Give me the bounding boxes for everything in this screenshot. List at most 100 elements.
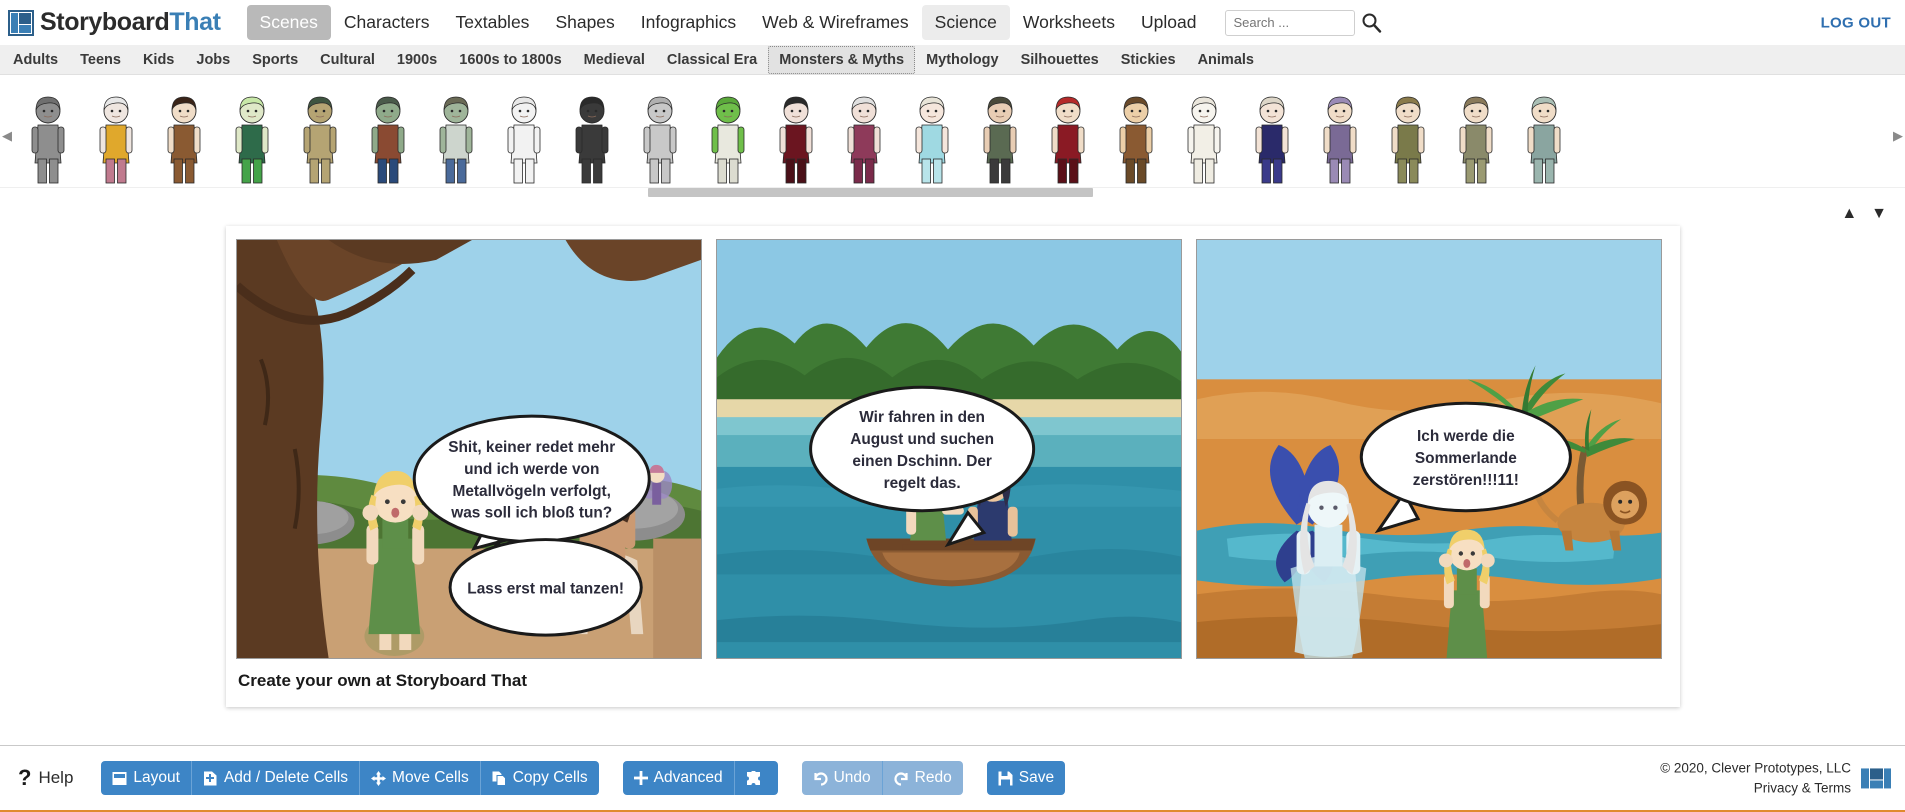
redo-button[interactable]: Redo (882, 761, 963, 795)
help-label: Help (38, 768, 74, 787)
triangle-up-icon[interactable]: ▲ (1841, 205, 1857, 223)
nav-tab-characters[interactable]: Characters (331, 5, 443, 40)
nav-tab-infographics[interactable]: Infographics (628, 5, 749, 40)
button-label: Layout (133, 769, 180, 786)
button-label: Advanced (653, 769, 723, 786)
category-classical-era[interactable]: Classical Era (656, 46, 768, 74)
primary-nav: Scenes Characters Textables Shapes Infog… (246, 5, 1210, 40)
storyboard-cell-1[interactable]: Shit, keiner redet mehr und ich werde vo… (236, 239, 702, 659)
category-kids[interactable]: Kids (132, 46, 185, 74)
character-thumb-hunter[interactable] (1102, 81, 1170, 187)
scrollbar-thumb[interactable] (648, 188, 1093, 197)
logo-text-primary: Storyboard (40, 8, 170, 36)
strip-scroll-left-arrow[interactable]: ◀ (2, 128, 12, 144)
cells-button-group: Layout Add / Delete Cells Move Cells Cop… (101, 761, 599, 795)
top-navigation-bar: StoryboardThat Scenes Characters Textabl… (0, 0, 1905, 45)
copy-cells-button[interactable]: Copy Cells (480, 761, 599, 795)
category-teens[interactable]: Teens (69, 46, 132, 74)
puzzle-button[interactable] (734, 761, 778, 795)
character-thumb-vampire[interactable] (762, 81, 830, 187)
triangle-down-icon[interactable]: ▼ (1871, 205, 1887, 223)
bubble-line: und ich werde von (464, 461, 599, 478)
bottom-toolbar: ? Help Layout Add / Delete Cells Move Ce… (0, 745, 1905, 812)
nav-tab-web-wireframes[interactable]: Web & Wireframes (749, 5, 922, 40)
character-thumb-robot[interactable] (626, 81, 694, 187)
category-animals[interactable]: Animals (1187, 46, 1265, 74)
character-thumb-dryad[interactable] (286, 81, 354, 187)
nav-tab-scenes[interactable]: Scenes (246, 5, 331, 40)
move-cells-button[interactable]: Move Cells (360, 761, 481, 795)
character-thumb-woodsman[interactable] (966, 81, 1034, 187)
board-caption: Create your own at Storyboard That (238, 671, 528, 690)
category-1900s[interactable]: 1900s (386, 46, 448, 74)
character-thumb-fairy-teal[interactable] (1510, 81, 1578, 187)
puzzle-icon (746, 770, 761, 786)
character-thumb-zombie-boy[interactable] (422, 81, 490, 187)
plus-icon (633, 771, 648, 785)
save-button[interactable]: Save (986, 761, 1066, 795)
nav-tab-worksheets[interactable]: Worksheets (1010, 5, 1128, 40)
category-sports[interactable]: Sports (241, 46, 309, 74)
nav-tab-textables[interactable]: Textables (443, 5, 543, 40)
character-thumb-ice-princess[interactable] (898, 81, 966, 187)
move-arrows-icon (371, 770, 387, 786)
category-stickies[interactable]: Stickies (1110, 46, 1187, 74)
privacy-terms-link[interactable]: Privacy & Terms (1660, 778, 1851, 798)
layout-icon (112, 771, 127, 786)
storyboard-cell-3[interactable]: Ich werde die Sommerlande zerstören!!!11… (1196, 239, 1662, 659)
search-button[interactable] (1355, 10, 1387, 36)
nav-tab-science[interactable]: Science (921, 5, 1010, 40)
advanced-button[interactable]: Advanced (622, 761, 735, 795)
category-mythology[interactable]: Mythology (915, 46, 1010, 74)
character-thumb-alien[interactable] (694, 81, 762, 187)
character-thumb-harpy[interactable] (82, 81, 150, 187)
search-input[interactable] (1225, 9, 1356, 36)
nav-tab-upload[interactable]: Upload (1128, 5, 1209, 40)
character-thumb-fairy-brown[interactable] (1442, 81, 1510, 187)
category-1600s-to-1800s[interactable]: 1600s to 1800s (448, 46, 572, 74)
category-jobs[interactable]: Jobs (185, 46, 241, 74)
help-button[interactable]: ? Help (18, 765, 73, 791)
character-thumb-red-riding-hood[interactable] (1034, 81, 1102, 187)
category-medieval[interactable]: Medieval (573, 46, 656, 74)
character-thumb-zombie-man[interactable] (354, 81, 422, 187)
nav-tab-label: Web & Wireframes (762, 12, 909, 32)
nav-tab-label: Science (934, 12, 997, 32)
character-thumb-fairy-green[interactable] (1374, 81, 1442, 187)
layout-button[interactable]: Layout (101, 761, 192, 795)
character-thumb-mermaid[interactable] (218, 81, 286, 187)
bubble-line: Ich werde die (1417, 428, 1515, 445)
character-thumb-skeleton[interactable] (490, 81, 558, 187)
undo-button[interactable]: Undo (801, 761, 883, 795)
character-thumb-fairy-blue[interactable] (1306, 81, 1374, 187)
character-thumb-cat-person[interactable] (14, 81, 82, 187)
strip-scroll-right-arrow[interactable]: ▶ (1893, 128, 1903, 144)
character-thumb-satyr[interactable] (150, 81, 218, 187)
footer-right: © 2020, Clever Prototypes, LLC Privacy &… (1660, 758, 1891, 797)
category-adults[interactable]: Adults (2, 46, 69, 74)
category-monsters-myths[interactable]: Monsters & Myths (768, 45, 916, 74)
storyboard-cell-2[interactable]: Wir fahren in den August und suchen eine… (716, 239, 1182, 659)
character-thumb-ghost[interactable] (1170, 81, 1238, 187)
search-icon (1362, 13, 1382, 33)
add-delete-icon (203, 771, 218, 786)
character-thumb-wizard[interactable] (830, 81, 898, 187)
app-logo[interactable]: StoryboardThat (8, 8, 221, 37)
character-palette: ◀ ▶ (0, 75, 1905, 197)
cell-reorder-arrows: ▲ ▼ (1841, 205, 1887, 223)
nav-tab-label: Scenes (259, 12, 318, 32)
character-thumbnail-strip[interactable] (0, 75, 1905, 187)
character-thumb-angel[interactable] (1238, 81, 1306, 187)
add-delete-cells-button[interactable]: Add / Delete Cells (191, 761, 361, 795)
logout-link[interactable]: LOG OUT (1821, 14, 1891, 31)
copyright-text: © 2020, Clever Prototypes, LLC (1660, 760, 1851, 776)
category-cultural[interactable]: Cultural (309, 46, 386, 74)
floppy-disk-icon (998, 771, 1013, 786)
bubble-line: Sommerlande (1415, 450, 1517, 467)
storyboard-cells: Shit, keiner redet mehr und ich werde vo… (226, 239, 1680, 659)
nav-tab-shapes[interactable]: Shapes (542, 5, 627, 40)
category-silhouettes[interactable]: Silhouettes (1010, 46, 1110, 74)
character-strip-scrollbar[interactable] (0, 187, 1905, 197)
character-thumb-grim-reaper[interactable] (558, 81, 626, 187)
bubble-line: regelt das. (884, 475, 961, 492)
